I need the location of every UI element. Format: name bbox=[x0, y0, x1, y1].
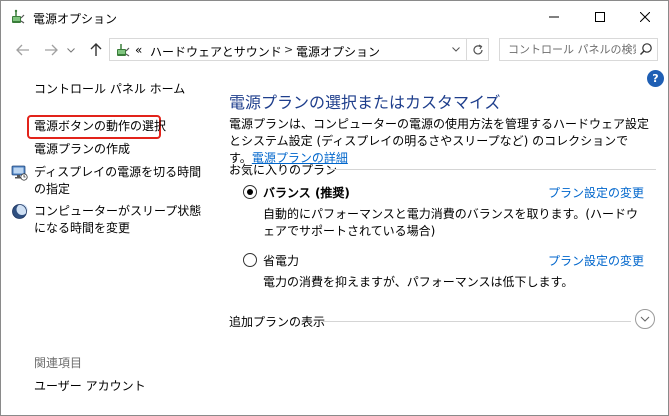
refresh-button[interactable] bbox=[467, 38, 489, 61]
title-bar[interactable]: 電源オプション bbox=[1, 1, 668, 33]
control-panel-home-link[interactable]: コントロール パネル ホーム bbox=[34, 81, 185, 98]
plan-power-saver-settings-link[interactable]: プラン設定の変更 bbox=[548, 252, 644, 269]
left-task-pane: コントロール パネル ホーム 電源ボタンの動作の選択 電源プランの作成 ディスプ… bbox=[1, 67, 211, 415]
expand-additional-plans-button[interactable] bbox=[635, 309, 655, 329]
maximize-button[interactable] bbox=[577, 1, 623, 33]
back-button[interactable] bbox=[13, 40, 33, 60]
chevron-down-icon bbox=[640, 316, 650, 322]
chevron-down-icon bbox=[452, 47, 460, 52]
related-items-heading: 関連項目 bbox=[34, 356, 83, 370]
display-icon bbox=[11, 165, 28, 181]
plan-balanced-description: 自動的にパフォーマンスと電力消費のバランスを取ります。(ハードウェアでサポートさ… bbox=[263, 207, 639, 238]
sidebar-item-display-off[interactable]: ディスプレイの電源を切る時間の指定 bbox=[34, 164, 204, 198]
favorite-plans-label: お気に入りのプラン bbox=[229, 163, 338, 177]
additional-plans-divider bbox=[323, 321, 631, 322]
plan-power-saver-radio[interactable] bbox=[243, 253, 257, 267]
address-bar[interactable]: « ハードウェアとサウンド > 電源オプション bbox=[109, 38, 467, 61]
power-options-window: 電源オプション « ハードウェアとサウンド > 電源オプション コントロール パ… bbox=[0, 0, 669, 416]
forward-button[interactable] bbox=[41, 40, 61, 60]
window-title: 電源オプション bbox=[33, 12, 118, 26]
address-overflow[interactable]: « bbox=[135, 43, 142, 57]
address-dropdown-button[interactable] bbox=[446, 39, 466, 60]
group-divider bbox=[328, 169, 656, 170]
sidebar-item-power-buttons[interactable]: 電源ボタンの動作の選択 bbox=[34, 118, 166, 135]
navigation-bar: « ハードウェアとサウンド > 電源オプション bbox=[1, 34, 668, 66]
minimize-icon bbox=[549, 16, 559, 18]
refresh-icon bbox=[472, 43, 483, 54]
sidebar-item-sleep-time[interactable]: コンピューターがスリープ状態になる時間を変更 bbox=[34, 203, 204, 237]
page-title: 電源プランの選択またはカスタマイズ bbox=[229, 93, 501, 112]
plan-balanced-settings-link[interactable]: プラン設定の変更 bbox=[548, 184, 644, 201]
page-description: 電源プランは、コンピューターの電源の使用方法を管理するハードウェア設定とシステム… bbox=[229, 116, 649, 167]
search-icon[interactable] bbox=[639, 42, 653, 56]
plan-balanced-radio[interactable] bbox=[243, 185, 257, 199]
close-button[interactable] bbox=[622, 1, 668, 33]
breadcrumb-separator[interactable]: > bbox=[284, 43, 293, 56]
plan-balanced-name[interactable]: バランス (推奨) bbox=[263, 184, 350, 201]
power-options-app-icon bbox=[12, 9, 25, 24]
search-box[interactable] bbox=[499, 38, 658, 61]
up-button[interactable] bbox=[86, 40, 106, 60]
arrow-right-icon bbox=[45, 44, 58, 56]
sidebar-item-create-plan[interactable]: 電源プランの作成 bbox=[34, 141, 130, 158]
user-accounts-link[interactable]: ユーザー アカウント bbox=[34, 377, 146, 394]
search-input[interactable] bbox=[500, 39, 636, 60]
plan-power-saver-name[interactable]: 省電力 bbox=[263, 252, 299, 269]
maximize-icon bbox=[595, 12, 605, 22]
arrow-left-icon bbox=[16, 44, 29, 56]
recent-locations-button[interactable] bbox=[64, 40, 78, 60]
plan-power-saver-description: 電力の消費を抑えますが、パフォーマンスは低下します。 bbox=[263, 275, 574, 289]
close-icon bbox=[640, 12, 650, 22]
minimize-button[interactable] bbox=[531, 1, 577, 33]
chevron-down-icon bbox=[67, 47, 75, 53]
breadcrumb-power-options[interactable]: 電源オプション bbox=[296, 43, 380, 60]
moon-icon bbox=[12, 204, 28, 219]
help-icon[interactable]: ? bbox=[647, 70, 664, 87]
power-options-icon bbox=[117, 44, 130, 57]
breadcrumb-hardware-sound[interactable]: ハードウェアとサウンド bbox=[150, 43, 282, 60]
show-additional-plans-label[interactable]: 追加プランの表示 bbox=[229, 313, 325, 330]
arrow-up-icon bbox=[90, 43, 102, 56]
